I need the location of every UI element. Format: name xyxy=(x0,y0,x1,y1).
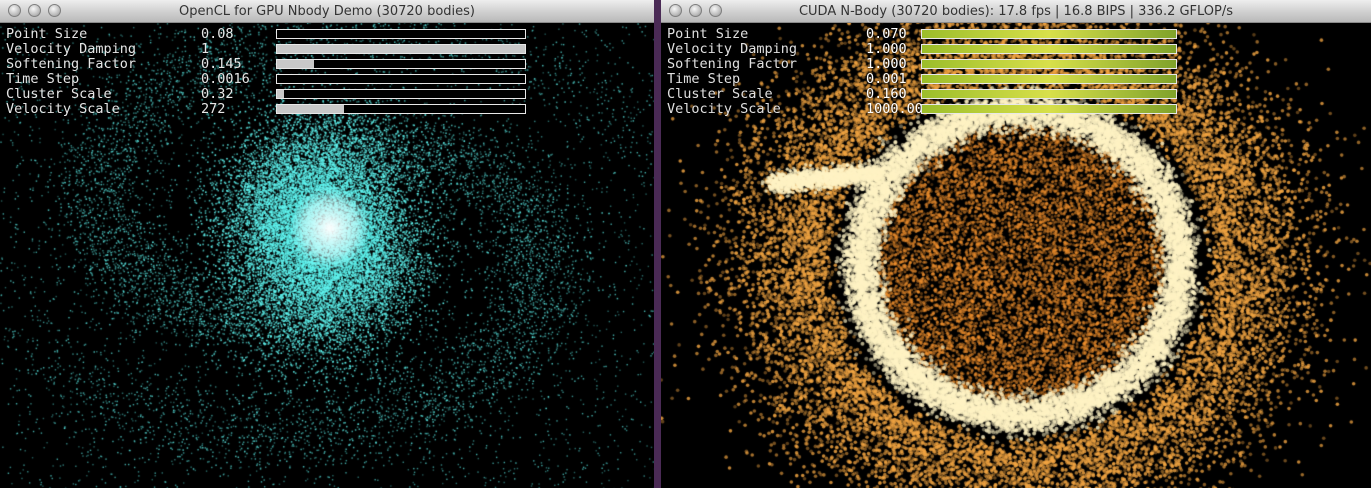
param-value: 1 xyxy=(201,41,210,57)
param-label: Velocity Scale xyxy=(667,101,781,117)
param-label: Time Step xyxy=(6,71,80,87)
param-slider[interactable] xyxy=(276,104,526,114)
param-label: Softening Factor xyxy=(6,56,137,72)
param-value: 1.000 xyxy=(866,41,907,57)
opencl-window: OpenCL for GPU Nbody Demo (30720 bodies)… xyxy=(0,0,654,488)
param-label: Time Step xyxy=(667,71,741,87)
param-value: 0.001 xyxy=(866,71,907,87)
param-slider[interactable] xyxy=(921,59,1177,69)
param-value: 1000.00 xyxy=(866,101,923,117)
slider-fill xyxy=(922,45,1176,53)
param-slider[interactable] xyxy=(276,74,526,84)
simulation-canvas[interactable]: Point Size 0.08 Velocity Damping 1 Softe… xyxy=(0,23,654,488)
param-slider[interactable] xyxy=(921,44,1177,54)
param-label: Point Size xyxy=(6,26,88,42)
slider-fill xyxy=(922,60,1176,68)
cuda-titlebar[interactable]: CUDA N-Body (30720 bodies): 17.8 fps | 1… xyxy=(661,0,1371,23)
param-slider[interactable] xyxy=(921,104,1177,114)
param-slider[interactable] xyxy=(276,29,526,39)
param-value: 0.160 xyxy=(866,86,907,102)
slider-fill xyxy=(922,90,1176,98)
param-value: 272 xyxy=(201,101,226,117)
slider-fill xyxy=(922,105,1176,113)
param-value: 0.08 xyxy=(201,26,234,42)
slider-fill xyxy=(277,105,344,113)
param-slider[interactable] xyxy=(276,89,526,99)
slider-fill xyxy=(277,90,285,98)
cuda-window: CUDA N-Body (30720 bodies): 17.8 fps | 1… xyxy=(661,0,1371,488)
param-slider[interactable] xyxy=(276,59,526,69)
window-title: OpenCL for GPU Nbody Demo (30720 bodies) xyxy=(179,4,475,19)
param-label: Cluster Scale xyxy=(6,86,112,102)
param-value: 0.0016 xyxy=(201,71,250,87)
param-label: Velocity Scale xyxy=(6,101,120,117)
param-value: 0.145 xyxy=(201,56,242,72)
simulation-canvas[interactable]: Point Size 0.070 Velocity Damping 1.000 … xyxy=(661,23,1371,488)
param-value: 0.32 xyxy=(201,86,234,102)
param-slider[interactable] xyxy=(921,89,1177,99)
slider-fill xyxy=(922,30,1176,38)
param-label: Point Size xyxy=(667,26,749,42)
param-label: Velocity Damping xyxy=(667,41,798,57)
param-value: 1.000 xyxy=(866,56,907,72)
param-label: Softening Factor xyxy=(667,56,798,72)
slider-fill xyxy=(922,75,1176,83)
param-value: 0.070 xyxy=(866,26,907,42)
window-title: CUDA N-Body (30720 bodies): 17.8 fps | 1… xyxy=(798,4,1234,19)
opencl-titlebar[interactable]: OpenCL for GPU Nbody Demo (30720 bodies) xyxy=(0,0,654,23)
slider-fill xyxy=(277,60,315,68)
param-slider[interactable] xyxy=(276,44,526,54)
param-label: Velocity Damping xyxy=(6,41,137,57)
param-label: Cluster Scale xyxy=(667,86,773,102)
param-slider[interactable] xyxy=(921,29,1177,39)
param-slider[interactable] xyxy=(921,74,1177,84)
slider-fill xyxy=(277,45,525,53)
